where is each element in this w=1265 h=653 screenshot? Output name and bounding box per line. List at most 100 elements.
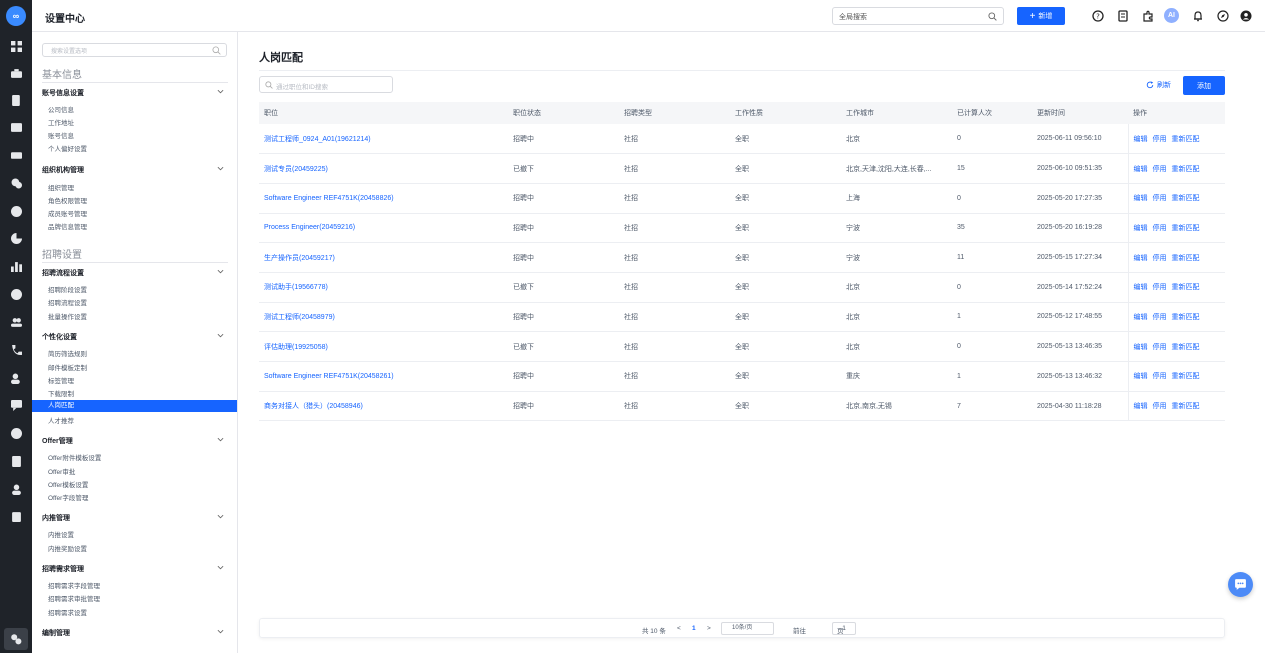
sidebar-item-batch[interactable]: 批量操作设置 — [48, 311, 87, 321]
job-title-link[interactable]: 生产操作员(20459217) — [259, 242, 508, 273]
id-card-icon[interactable] — [10, 149, 22, 161]
disable-link[interactable]: 停用 — [1153, 195, 1167, 202]
disable-link[interactable]: 停用 — [1153, 403, 1167, 410]
sidebar-item-stages[interactable]: 招聘阶段设置 — [48, 284, 87, 294]
user-avatar-icon[interactable] — [1239, 9, 1252, 22]
disable-link[interactable]: 停用 — [1153, 284, 1167, 291]
help-icon[interactable]: ? — [1091, 9, 1104, 22]
sidebar-item-members[interactable]: 成员账号管理 — [48, 208, 87, 218]
sidebar-item-offer-templates[interactable]: Offer模板设置 — [48, 479, 88, 489]
sidebar-item-download-limit[interactable]: 下载限制 — [48, 388, 74, 398]
disable-link[interactable]: 停用 — [1153, 225, 1167, 232]
group-referral[interactable]: 内推管理 — [42, 513, 228, 523]
disable-link[interactable]: 停用 — [1153, 136, 1167, 143]
sidebar-item-brand[interactable]: 品牌信息管理 — [48, 221, 87, 231]
rematch-link[interactable]: 重新匹配 — [1172, 403, 1200, 410]
sidebar-item-work-address[interactable]: 工作地址 — [48, 117, 74, 127]
sidebar-item-offer-attachments[interactable]: Offer附件模板设置 — [48, 452, 101, 462]
sidebar-item-preferences[interactable]: 个人偏好设置 — [48, 143, 87, 153]
settings-gears-icon[interactable] — [4, 628, 28, 650]
sidebar-item-resume-rules[interactable]: 简历筛选规则 — [48, 348, 87, 358]
compass-icon[interactable] — [1216, 9, 1229, 22]
chat-support-button[interactable] — [1228, 572, 1253, 597]
notes-icon[interactable] — [1116, 9, 1129, 22]
sidebar-item-company-info[interactable]: 公司信息 — [48, 104, 74, 114]
circle-icon[interactable] — [10, 427, 22, 439]
team-icon[interactable] — [10, 316, 22, 328]
wechat-icon[interactable] — [10, 177, 22, 189]
sidebar-item-roles[interactable]: 角色权限管理 — [48, 195, 87, 205]
add-button[interactable]: 添加 — [1183, 76, 1225, 95]
app-logo-icon[interactable]: ∞ — [6, 6, 26, 26]
group-org-management[interactable]: 组织机构管理 — [42, 165, 228, 175]
bell-icon[interactable] — [1191, 9, 1204, 22]
edit-link[interactable]: 编辑 — [1134, 344, 1148, 351]
sidebar-item-req-fields[interactable]: 招聘需求字段管理 — [48, 580, 100, 590]
phone-icon[interactable] — [10, 344, 22, 356]
sidebar-item-req-settings[interactable]: 招聘需求设置 — [48, 607, 87, 617]
sidebar-item-req-approval[interactable]: 招聘需求审批管理 — [48, 593, 100, 603]
page-size-select[interactable]: 10条/页 — [721, 622, 774, 635]
job-title-link[interactable]: 商务对接人（猎头）(20458946) — [259, 391, 508, 422]
edit-link[interactable]: 编辑 — [1134, 403, 1148, 410]
edit-link[interactable]: 编辑 — [1134, 195, 1148, 202]
report-icon[interactable] — [10, 121, 22, 133]
bar-chart-icon[interactable] — [10, 260, 22, 272]
sidebar-item-referral-rewards[interactable]: 内推奖励设置 — [48, 543, 87, 553]
job-title-link[interactable]: 评估助理(19925058) — [259, 331, 508, 362]
prev-page-button[interactable]: < — [677, 625, 681, 632]
table-search-input[interactable]: 通过职位和ID搜索 — [259, 76, 393, 93]
group-requisition[interactable]: 招聘需求管理 — [42, 564, 228, 574]
group-account-settings[interactable]: 账号信息设置 — [42, 88, 228, 98]
sidebar-item-offer-approval[interactable]: Offer审批 — [48, 466, 75, 476]
job-title-link[interactable]: 测试专员(20459225) — [259, 153, 508, 184]
rematch-link[interactable]: 重新匹配 — [1172, 314, 1200, 321]
user-add-icon[interactable] — [10, 372, 22, 384]
job-title-link[interactable]: 测试助手(19566778) — [259, 272, 508, 303]
disable-link[interactable]: 停用 — [1153, 373, 1167, 380]
refresh-button[interactable]: 刷新 — [1146, 80, 1171, 90]
document-search-icon[interactable] — [10, 94, 22, 106]
contact-card-icon[interactable] — [10, 455, 22, 467]
job-title-link[interactable]: 测试工程师_0924_A01(19621214) — [259, 124, 508, 155]
plugin-icon[interactable] — [1141, 9, 1154, 22]
disable-link[interactable]: 停用 — [1153, 314, 1167, 321]
pie-chart-icon[interactable] — [10, 232, 22, 244]
sidebar-item-talent-recommend[interactable]: 人才推荐 — [48, 415, 74, 425]
page-number-current[interactable]: 1 — [692, 625, 696, 632]
job-title-link[interactable]: Process Engineer(20459216) — [259, 213, 508, 244]
sidebar-item-org[interactable]: 组织管理 — [48, 182, 74, 192]
edit-link[interactable]: 编辑 — [1134, 166, 1148, 173]
sidebar-item-offer-fields[interactable]: Offer字段管理 — [48, 492, 88, 502]
goto-page-input[interactable]: 1 — [832, 622, 856, 635]
edit-link[interactable]: 编辑 — [1134, 255, 1148, 262]
disable-link[interactable]: 停用 — [1153, 344, 1167, 351]
sidebar-item-referral-settings[interactable]: 内推设置 — [48, 529, 74, 539]
compass-icon[interactable] — [10, 288, 22, 300]
edit-link[interactable]: 编辑 — [1134, 314, 1148, 321]
settings-search-input[interactable]: 搜索设置选项 — [42, 43, 227, 57]
sidebar-item-process[interactable]: 招聘流程设置 — [48, 297, 87, 307]
disable-link[interactable]: 停用 — [1153, 166, 1167, 173]
group-headcount[interactable]: 编制管理 — [42, 628, 228, 638]
person-icon[interactable] — [10, 483, 22, 495]
edit-link[interactable]: 编辑 — [1134, 136, 1148, 143]
job-title-link[interactable]: 测试工程师(20458979) — [259, 302, 508, 333]
clipboard-icon[interactable] — [10, 510, 22, 522]
sidebar-item-job-matching[interactable]: 人岗匹配 — [32, 400, 237, 412]
group-offer[interactable]: Offer管理 — [42, 436, 228, 446]
briefcase-icon[interactable] — [10, 67, 22, 79]
group-process-settings[interactable]: 招聘流程设置 — [42, 268, 228, 278]
next-page-button[interactable]: > — [707, 625, 711, 632]
rematch-link[interactable]: 重新匹配 — [1172, 255, 1200, 262]
job-title-link[interactable]: Software Engineer REF4751K(20458826) — [259, 183, 508, 214]
dashboard-icon[interactable] — [10, 40, 22, 52]
rematch-link[interactable]: 重新匹配 — [1172, 225, 1200, 232]
sidebar-item-email-templates[interactable]: 邮件模板定制 — [48, 362, 87, 372]
rematch-link[interactable]: 重新匹配 — [1172, 373, 1200, 380]
edit-link[interactable]: 编辑 — [1134, 373, 1148, 380]
group-personalization[interactable]: 个性化设置 — [42, 332, 228, 342]
rematch-link[interactable]: 重新匹配 — [1172, 136, 1200, 143]
message-icon[interactable] — [10, 399, 22, 411]
new-button[interactable]: + 新增 — [1017, 7, 1065, 25]
